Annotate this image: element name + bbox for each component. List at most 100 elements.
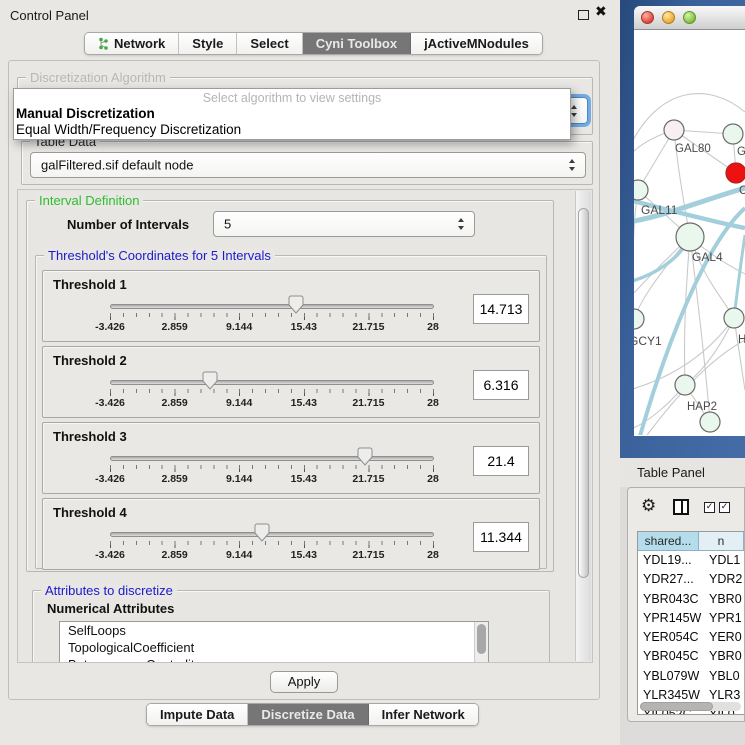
attribute-list-item[interactable]: BetweennessCentrality bbox=[60, 656, 488, 663]
threshold-slider-handle[interactable] bbox=[254, 523, 270, 542]
zoom-traffic-light-icon[interactable] bbox=[683, 11, 696, 24]
table-cell-shared-name[interactable]: YDL19... bbox=[638, 551, 704, 570]
table-row[interactable]: YBR045CYBR0 bbox=[638, 647, 744, 666]
threshold-1-panel: Threshold 1-3.4262.8599.14415.4321.71528… bbox=[42, 270, 540, 342]
tab-style[interactable]: Style bbox=[179, 33, 237, 54]
minimize-traffic-light-icon[interactable] bbox=[662, 11, 675, 24]
table-row[interactable]: YDR27...YDR2 bbox=[638, 570, 744, 589]
table-data-combo-value: galFiltered.sif default node bbox=[41, 158, 193, 173]
scale-label: 21.715 bbox=[352, 473, 384, 485]
attribute-list-item[interactable]: TopologicalCoefficient bbox=[60, 639, 488, 656]
tab-discretize-data[interactable]: Discretize Data bbox=[248, 704, 368, 725]
threshold-value-field[interactable]: 14.713 bbox=[473, 294, 529, 324]
column-header-shared-name[interactable]: shared... bbox=[638, 532, 699, 551]
threshold-3-panel: Threshold 3-3.4262.8599.14415.4321.71528… bbox=[42, 422, 540, 494]
node-gal80[interactable] bbox=[664, 120, 684, 140]
tab-label: Select bbox=[250, 36, 288, 51]
attribute-list-item[interactable]: SelfLoops bbox=[60, 622, 488, 639]
table-row[interactable]: YDL19...YDL1 bbox=[638, 551, 744, 570]
node-label-gcy1: GCY1 bbox=[634, 334, 662, 348]
node-gcy1[interactable] bbox=[634, 309, 644, 329]
table-row[interactable]: YPR145WYPR1 bbox=[638, 609, 744, 628]
table-cell-shared-name[interactable]: YBR043C bbox=[638, 590, 704, 609]
number-of-intervals-combo[interactable]: 5 bbox=[213, 211, 475, 237]
tab-label: Style bbox=[192, 36, 223, 51]
table-cell-name[interactable]: YER0 bbox=[704, 628, 744, 647]
close-icon[interactable]: ✖ bbox=[595, 4, 607, 20]
tab-select[interactable]: Select bbox=[237, 33, 302, 54]
table-cell-name[interactable]: YBR0 bbox=[704, 647, 744, 666]
table-cell-shared-name[interactable]: YBL079W bbox=[638, 667, 704, 686]
tab-cyni-toolbox[interactable]: Cyni Toolbox bbox=[303, 33, 411, 54]
dropdown-option-equal-width-frequency[interactable]: Equal Width/Frequency Discretization bbox=[16, 122, 241, 137]
node-label-partial-c: C bbox=[739, 185, 745, 197]
tab-label: Impute Data bbox=[160, 707, 234, 722]
tab-infer-network[interactable]: Infer Network bbox=[369, 704, 478, 725]
close-traffic-light-icon[interactable] bbox=[641, 11, 654, 24]
settings-scrollbar[interactable] bbox=[575, 191, 591, 661]
scale-label: 21.715 bbox=[352, 549, 384, 561]
combo-stepper-icon bbox=[571, 105, 578, 117]
checkbox-icon[interactable]: ✓ bbox=[719, 502, 730, 513]
table-horizontal-scrollbar[interactable] bbox=[640, 702, 741, 711]
float-window-icon[interactable] bbox=[578, 10, 589, 20]
table-cell-name[interactable]: YDR2 bbox=[704, 570, 744, 589]
threshold-value-field[interactable]: 21.4 bbox=[473, 446, 529, 476]
node-right[interactable] bbox=[724, 308, 744, 328]
slider-minor-ticks bbox=[110, 389, 435, 393]
node-bottom[interactable] bbox=[700, 412, 720, 432]
split-columns-icon[interactable] bbox=[673, 499, 689, 515]
attributes-group: Attributes to discretize Numerical Attri… bbox=[32, 590, 550, 663]
numerical-attributes-label: Numerical Attributes bbox=[47, 601, 174, 616]
scale-label: 28 bbox=[427, 321, 439, 333]
scale-label: 15.43 bbox=[291, 549, 317, 561]
threshold-slider-track[interactable] bbox=[110, 532, 434, 537]
scale-label: 9.144 bbox=[226, 473, 252, 485]
table-cell-shared-name[interactable]: YER054C bbox=[638, 628, 704, 647]
threshold-value-field[interactable]: 6.316 bbox=[473, 370, 529, 400]
tab-jactivemnodules[interactable]: jActiveMNodules bbox=[411, 33, 542, 54]
node-selected-red[interactable] bbox=[726, 163, 745, 183]
threshold-2-panel: Threshold 2-3.4262.8599.14415.4321.71528… bbox=[42, 346, 540, 418]
table-cell-shared-name[interactable]: YBR045C bbox=[638, 647, 704, 666]
table-cell-shared-name[interactable]: YDR27... bbox=[638, 570, 704, 589]
table-cell-name[interactable]: YDL1 bbox=[704, 551, 744, 570]
node-top-right[interactable] bbox=[723, 124, 743, 144]
table-row[interactable]: YER054CYER0 bbox=[638, 628, 744, 647]
table-row[interactable]: YBL079WYBL0 bbox=[638, 667, 744, 686]
threshold-slider-handle[interactable] bbox=[202, 371, 218, 390]
threshold-slider-handle[interactable] bbox=[357, 447, 373, 466]
apply-button[interactable]: Apply bbox=[270, 671, 338, 693]
attributes-list-scrollbar[interactable] bbox=[474, 622, 488, 663]
scale-label: 28 bbox=[427, 397, 439, 409]
checkbox-icon[interactable]: ✓ bbox=[704, 502, 715, 513]
network-window-titlebar[interactable] bbox=[634, 6, 745, 30]
table-cell-name[interactable]: YPR1 bbox=[704, 609, 744, 628]
threshold-slider-handle[interactable] bbox=[288, 295, 304, 314]
gear-icon[interactable]: ⚙ bbox=[641, 496, 656, 516]
network-canvas[interactable]: GAL80 GA C GAL11 GAL4 GCY1 HAP2 H bbox=[634, 30, 745, 435]
scale-label: 2.859 bbox=[161, 321, 187, 333]
threshold-4-panel: Threshold 4-3.4262.8599.14415.4321.71528… bbox=[42, 498, 540, 570]
table-horizontal-scrollbar-thumb[interactable] bbox=[640, 702, 713, 711]
table-row[interactable]: YBR043CYBR0 bbox=[638, 590, 744, 609]
table-cell-shared-name[interactable]: YPR145W bbox=[638, 609, 704, 628]
column-header-name[interactable]: n bbox=[699, 532, 744, 551]
threshold-value-field[interactable]: 11.344 bbox=[473, 522, 529, 552]
table-cell-name[interactable]: YBR0 bbox=[704, 590, 744, 609]
threshold-slider-track[interactable] bbox=[110, 380, 434, 385]
settings-scrollbar-thumb[interactable] bbox=[578, 208, 589, 578]
slider-scale-labels: -3.4262.8599.14415.4321.71528 bbox=[110, 397, 435, 411]
slider-scale-labels: -3.4262.8599.14415.4321.71528 bbox=[110, 321, 435, 335]
tab-network[interactable]: Network bbox=[85, 33, 179, 54]
node-gal4[interactable] bbox=[676, 223, 704, 251]
table-cell-name[interactable]: YBL0 bbox=[704, 667, 744, 686]
threshold-slider-track[interactable] bbox=[110, 304, 434, 309]
table-data-combo[interactable]: galFiltered.sif default node bbox=[30, 152, 586, 178]
tab-impute-data[interactable]: Impute Data bbox=[147, 704, 248, 725]
scale-label: 2.859 bbox=[161, 473, 187, 485]
dropdown-option-manual-discretization[interactable]: Manual Discretization bbox=[16, 106, 155, 121]
node-hap2[interactable] bbox=[675, 375, 695, 395]
threshold-slider-track[interactable] bbox=[110, 456, 434, 461]
node-gal11[interactable] bbox=[634, 180, 648, 200]
